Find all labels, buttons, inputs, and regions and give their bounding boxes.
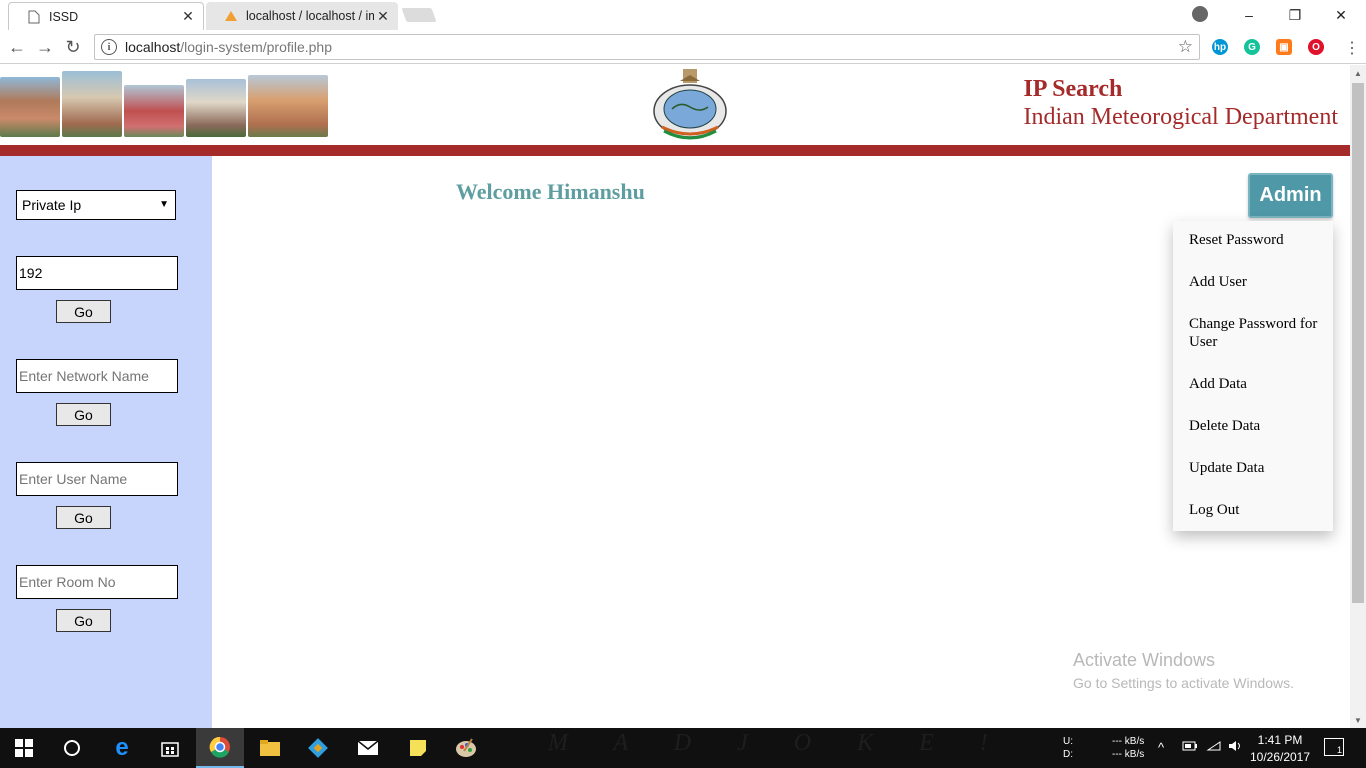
close-tab-icon[interactable]: ✕ xyxy=(374,8,392,25)
ip-type-select[interactable]: Private Ip ▼ xyxy=(16,190,176,220)
page-scrollbar[interactable]: ▲ ▼ xyxy=(1350,65,1366,728)
site-title: IP Search xyxy=(1023,76,1123,102)
go-user-button[interactable]: Go xyxy=(56,506,111,529)
clock-time: 1:41 PM xyxy=(1257,733,1303,747)
address-bar[interactable]: i localhost/login-system/profile.php ☆ xyxy=(94,34,1200,60)
paint-icon[interactable] xyxy=(442,728,490,768)
phpmyadmin-icon xyxy=(224,9,238,23)
edge-browser-icon[interactable]: e xyxy=(98,728,146,768)
cortana-search-icon[interactable] xyxy=(48,728,96,768)
go-network-button[interactable]: Go xyxy=(56,403,111,426)
close-tab-icon[interactable]: ✕ xyxy=(179,8,197,25)
bookmark-star-icon[interactable]: ☆ xyxy=(1178,37,1193,57)
restore-button[interactable]: ❐ xyxy=(1272,4,1318,26)
back-icon[interactable]: ← xyxy=(6,36,28,58)
file-explorer-icon[interactable] xyxy=(246,728,294,768)
tab-title: ISSD xyxy=(49,9,79,24)
url-host: localhost xyxy=(125,39,181,55)
dropdown-caret-icon: ▼ xyxy=(159,199,169,210)
menu-item-delete-data[interactable]: Delete Data xyxy=(1189,417,1260,435)
tab-title: localhost / localhost / im xyxy=(246,9,374,23)
campus-photo-banner xyxy=(0,67,350,137)
minimize-button[interactable]: – xyxy=(1226,4,1272,26)
store-icon[interactable] xyxy=(146,728,194,768)
admin-button[interactable]: Admin xyxy=(1248,173,1333,218)
wifi-icon[interactable] xyxy=(1206,740,1222,755)
go-ip-button[interactable]: Go xyxy=(56,300,111,323)
page-icon xyxy=(27,10,41,24)
url-path: /login-system/profile.php xyxy=(180,39,333,55)
imd-emblem-logo xyxy=(650,67,730,143)
room-no-input[interactable]: Enter Room No xyxy=(16,565,178,599)
net-speed-values: --- kB/s --- kB/s xyxy=(1112,735,1144,761)
menu-item-update-data[interactable]: Update Data xyxy=(1189,459,1264,477)
tab-issd[interactable]: ISSD ✕ xyxy=(8,2,204,30)
scroll-down-icon[interactable]: ▼ xyxy=(1350,712,1366,728)
windows-taskbar: e M A D J O K E ! U: D: --- kB/s --- kB/… xyxy=(0,728,1366,768)
clock-date: 10/26/2017 xyxy=(1249,750,1311,764)
git-app-icon[interactable] xyxy=(294,728,342,768)
wallpaper-text: M A D J O K E ! xyxy=(548,730,1008,756)
grammarly-extension-icon[interactable]: G xyxy=(1244,39,1260,55)
activate-windows-watermark: Activate Windows Go to Settings to activ… xyxy=(1073,650,1294,691)
go-room-button[interactable]: Go xyxy=(56,609,111,632)
site-header: IP Search Indian Meteorogical Department xyxy=(0,65,1350,145)
user-name-input[interactable]: Enter User Name xyxy=(16,462,178,496)
menu-item-reset-password[interactable]: Reset Password xyxy=(1189,231,1284,249)
opera-extension-icon[interactable]: O xyxy=(1308,39,1324,55)
site-subtitle: Indian Meteorogical Department xyxy=(1023,104,1338,130)
net-up-value: --- kB/s xyxy=(1112,736,1145,747)
ip-input[interactable]: 192 xyxy=(16,256,178,290)
watermark-subtitle: Go to Settings to activate Windows. xyxy=(1073,675,1294,691)
extension-icon[interactable]: ▣ xyxy=(1276,39,1292,55)
network-name-input[interactable]: Enter Network Name xyxy=(16,359,178,393)
tab-phpmyadmin[interactable]: localhost / localhost / im ✕ xyxy=(206,2,398,30)
menu-kebab-icon[interactable]: ⋮ xyxy=(1344,38,1360,58)
chrome-icon[interactable] xyxy=(196,728,244,768)
sticky-notes-icon[interactable] xyxy=(394,728,442,768)
system-clock[interactable]: 1:41 PM 10/26/2017 xyxy=(1248,732,1312,766)
search-sidebar: Private Ip ▼ 192 Go Enter Network Name G… xyxy=(0,156,212,728)
ip-type-value: Private Ip xyxy=(22,197,82,213)
welcome-message: Welcome Himanshu xyxy=(456,179,645,204)
profile-icon[interactable] xyxy=(1192,6,1208,22)
forward-icon[interactable]: → xyxy=(34,36,56,58)
web-page: IP Search Indian Meteorogical Department… xyxy=(0,65,1350,728)
net-down-value: --- kB/s xyxy=(1112,749,1145,760)
volume-icon[interactable] xyxy=(1228,740,1244,755)
chevron-up-icon[interactable]: ^ xyxy=(1158,740,1164,755)
close-window-button[interactable]: ✕ xyxy=(1318,4,1364,26)
header-divider xyxy=(0,145,1350,156)
tab-strip: ISSD ✕ localhost / localhost / im ✕ – ❐ … xyxy=(0,0,1366,30)
new-tab-button[interactable] xyxy=(401,8,437,22)
start-windows-icon[interactable] xyxy=(0,728,48,768)
battery-icon[interactable] xyxy=(1182,740,1198,755)
browser-toolbar: ← → ↻ i localhost/login-system/profile.p… xyxy=(0,30,1366,64)
site-brand: IP Search Indian Meteorogical Department xyxy=(1023,75,1338,131)
menu-item-change-password[interactable]: Change Password for User xyxy=(1189,315,1319,351)
notifications-icon[interactable]: 1 xyxy=(1324,738,1344,756)
net-speed-labels: U: D: xyxy=(1063,736,1073,760)
admin-dropdown-menu: Reset Password Add User Change Password … xyxy=(1173,221,1333,531)
scroll-up-icon[interactable]: ▲ xyxy=(1350,65,1366,81)
reload-icon[interactable]: ↻ xyxy=(62,36,84,58)
scrollbar-thumb[interactable] xyxy=(1352,83,1364,603)
menu-item-log-out[interactable]: Log Out xyxy=(1189,501,1239,519)
menu-item-add-data[interactable]: Add Data xyxy=(1189,375,1247,393)
menu-item-add-user[interactable]: Add User xyxy=(1189,273,1247,291)
info-icon[interactable]: i xyxy=(101,39,117,55)
hp-extension-icon[interactable]: hp xyxy=(1212,39,1228,55)
mail-icon[interactable] xyxy=(344,728,392,768)
watermark-title: Activate Windows xyxy=(1073,650,1216,670)
